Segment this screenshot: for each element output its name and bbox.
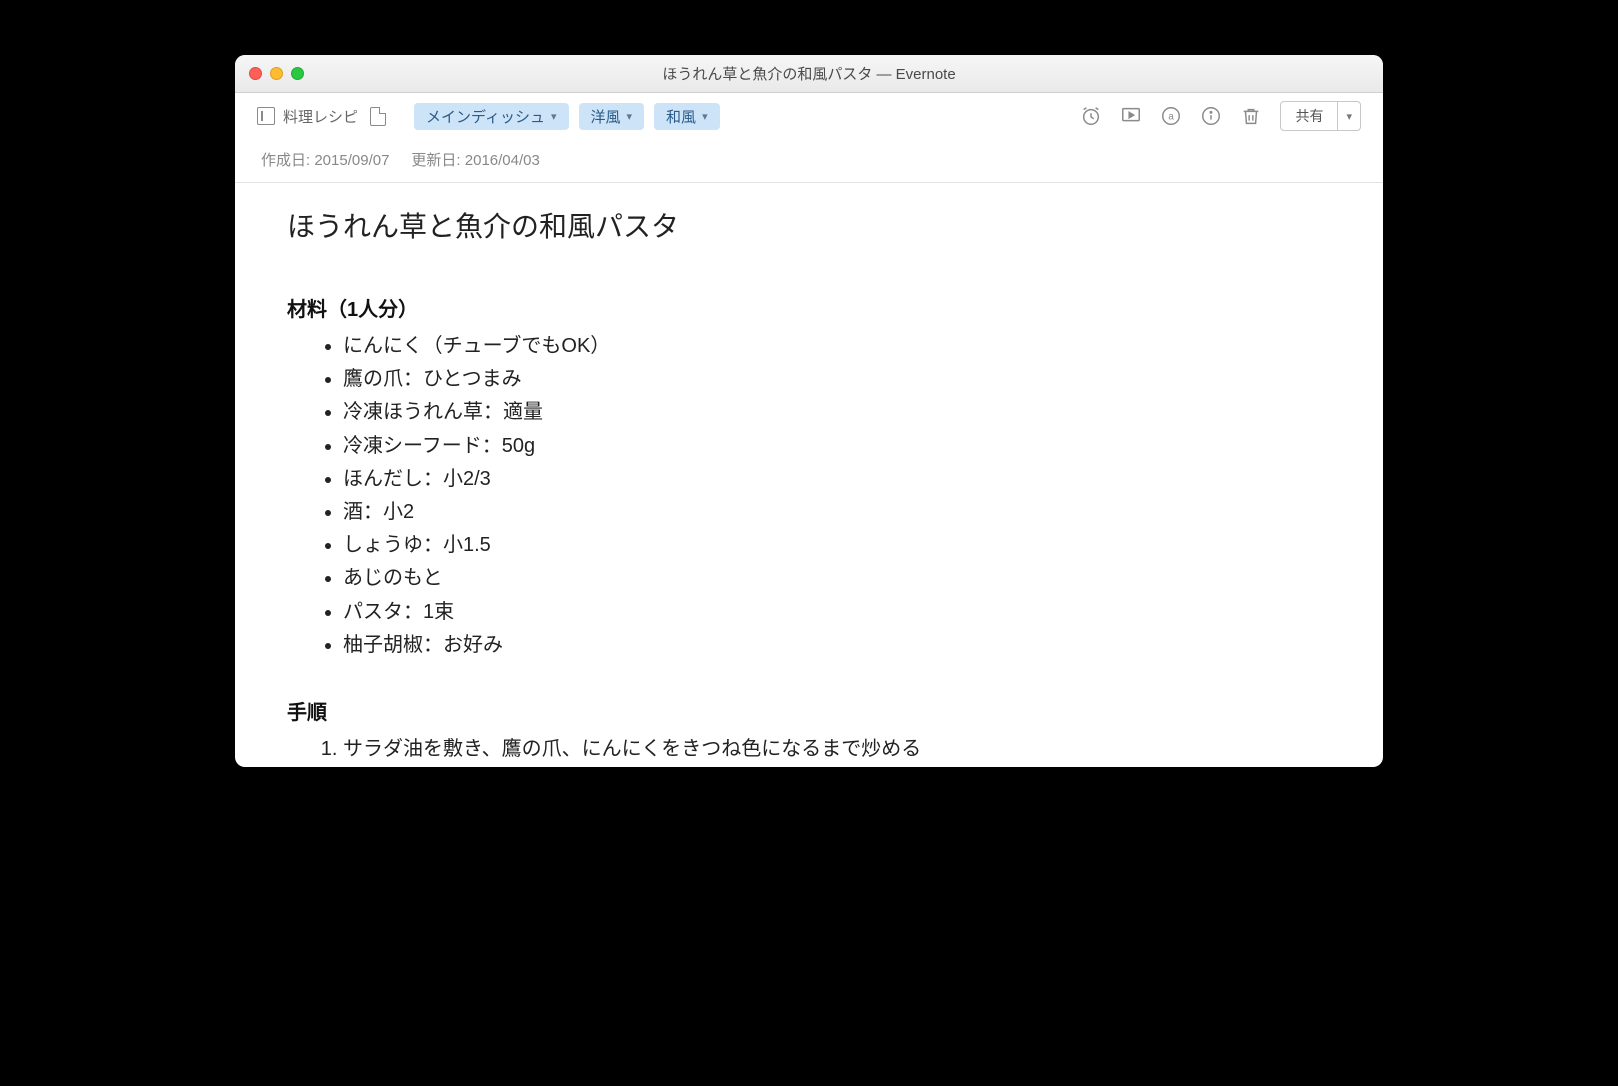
updated-label: 更新日: xyxy=(411,152,460,169)
titlebar[interactable]: ほうれん草と魚介の和風パスタ — Evernote xyxy=(235,55,1383,93)
toolbar-left: 料理レシピ メインディッシュ ▾ 洋風 ▾ 和風 ▾ xyxy=(257,103,720,130)
list-item: あじのもと xyxy=(343,562,1331,595)
present-icon[interactable] xyxy=(1120,105,1142,127)
steps-heading: 手順 xyxy=(287,696,1331,725)
chevron-down-icon: ▾ xyxy=(702,110,708,123)
steps-list: サラダ油を敷き、鷹の爪、にんにくをきつね色になるまで炒める xyxy=(287,733,1331,766)
toolbar-right: a 共有 ▾ xyxy=(1080,101,1361,131)
list-item: 冷凍ほうれん草：適量 xyxy=(343,396,1331,429)
annotate-icon[interactable]: a xyxy=(1160,105,1182,127)
created-value: 2015/09/07 xyxy=(314,152,389,169)
tag-japanese[interactable]: 和風 ▾ xyxy=(654,103,720,130)
share-label: 共有 xyxy=(1295,106,1323,126)
list-item: 酒：小2 xyxy=(343,496,1331,529)
created-label: 作成日: xyxy=(261,152,310,169)
traffic-lights xyxy=(249,67,304,80)
list-item: 鷹の爪：ひとつまみ xyxy=(343,363,1331,396)
tag-label: メインディッシュ xyxy=(426,106,545,127)
chevron-down-icon: ▾ xyxy=(627,110,633,123)
list-item: しょうゆ：小1.5 xyxy=(343,529,1331,562)
list-item: にんにく（チューブでもOK） xyxy=(343,330,1331,363)
list-item: ほんだし：小2/3 xyxy=(343,463,1331,496)
updated-value: 2016/04/03 xyxy=(465,152,540,169)
note-content[interactable]: ほうれん草と魚介の和風パスタ 材料（1人分） にんにく（チューブでもOK） 鷹の… xyxy=(235,183,1383,767)
tag-label: 洋風 xyxy=(591,106,621,127)
trash-icon[interactable] xyxy=(1240,105,1262,127)
list-item: パスタ：1束 xyxy=(343,596,1331,629)
share-dropdown[interactable]: ▾ xyxy=(1338,101,1361,131)
info-icon[interactable] xyxy=(1200,105,1222,127)
window-title: ほうれん草と魚介の和風パスタ — Evernote xyxy=(235,63,1383,84)
tag-label: 和風 xyxy=(666,106,696,127)
meta-row: 作成日: 2015/09/07 更新日: 2016/04/03 xyxy=(235,139,1383,183)
toolbar: 料理レシピ メインディッシュ ▾ 洋風 ▾ 和風 ▾ xyxy=(235,93,1383,139)
close-icon[interactable] xyxy=(249,67,262,80)
list-item: 柚子胡椒：お好み xyxy=(343,629,1331,662)
tag-main-dish[interactable]: メインディッシュ ▾ xyxy=(414,103,568,130)
notebook-label[interactable]: 料理レシピ xyxy=(283,106,358,127)
tags-container: メインディッシュ ▾ 洋風 ▾ 和風 ▾ xyxy=(414,103,720,130)
svg-text:a: a xyxy=(1169,112,1175,123)
share-group: 共有 ▾ xyxy=(1280,101,1361,131)
updated-field: 更新日: 2016/04/03 xyxy=(411,149,539,170)
list-item: サラダ油を敷き、鷹の爪、にんにくをきつね色になるまで炒める xyxy=(343,733,1331,766)
notebook-icon xyxy=(257,107,275,125)
share-button[interactable]: 共有 xyxy=(1280,101,1338,131)
reminder-icon[interactable] xyxy=(1080,105,1102,127)
created-field: 作成日: 2015/09/07 xyxy=(261,149,389,170)
ingredients-list: にんにく（チューブでもOK） 鷹の爪：ひとつまみ 冷凍ほうれん草：適量 冷凍シー… xyxy=(287,330,1331,662)
chevron-down-icon: ▾ xyxy=(551,110,557,123)
note-title: ほうれん草と魚介の和風パスタ xyxy=(287,205,1331,245)
evernote-window: ほうれん草と魚介の和風パスタ — Evernote 料理レシピ メインディッシュ… xyxy=(235,55,1383,767)
list-item: 冷凍シーフード：50g xyxy=(343,430,1331,463)
ingredients-heading: 材料（1人分） xyxy=(287,293,1331,322)
minimize-icon[interactable] xyxy=(270,67,283,80)
fullscreen-icon[interactable] xyxy=(291,67,304,80)
note-icon[interactable] xyxy=(370,107,386,126)
tag-western[interactable]: 洋風 ▾ xyxy=(579,103,645,130)
